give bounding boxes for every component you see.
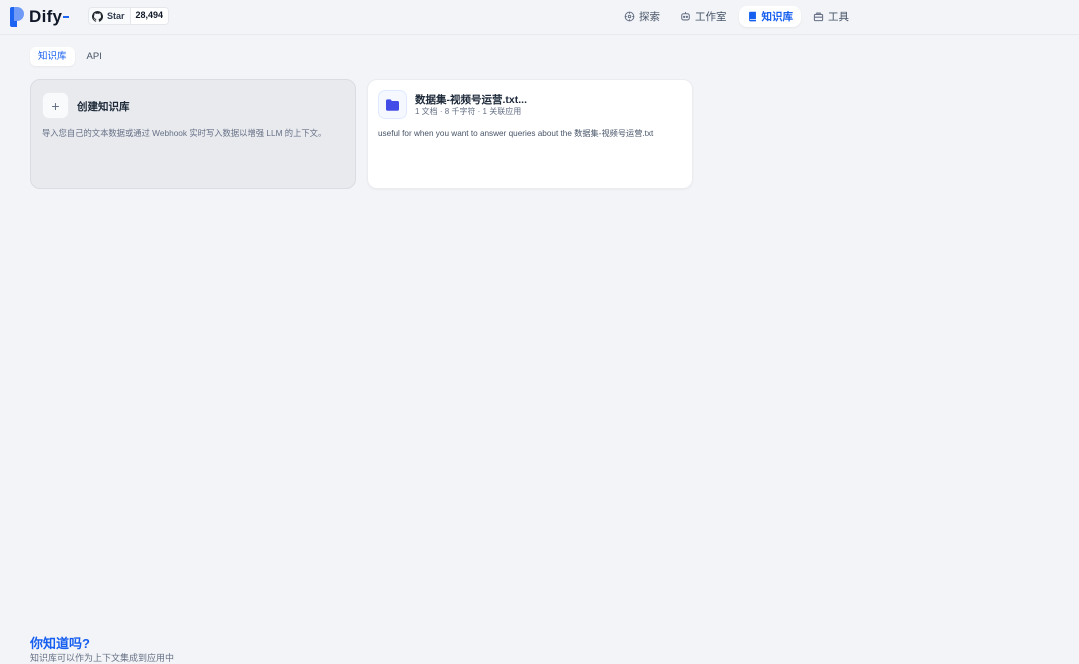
create-knowledge-title: 创建知识库	[77, 101, 130, 113]
dataset-description: useful for when you want to answer queri…	[378, 129, 654, 138]
nav-tools[interactable]: 工具	[805, 6, 857, 27]
knowledge-tabs: 知识库 API	[30, 47, 110, 66]
brand-name: Dify	[29, 7, 63, 26]
dataset-meta: 1 文档 · 8 千字符 · 1 关联应用	[415, 107, 522, 116]
folder-icon	[378, 90, 407, 119]
create-knowledge-card[interactable]: + 创建知识库 导入您自己的文本数据或通过 Webhook 实时写入数据以增强 …	[30, 79, 356, 189]
nav-studio[interactable]: 工作室	[672, 6, 735, 27]
github-star-label: Star	[107, 11, 125, 21]
tab-knowledge[interactable]: 知识库	[30, 47, 75, 66]
nav-studio-label: 工作室	[695, 11, 727, 23]
plus-icon: +	[42, 92, 69, 119]
nav-knowledge-label: 知识库	[761, 11, 794, 23]
create-knowledge-description: 导入您自己的文本数据或通过 Webhook 实时写入数据以增强 LLM 的上下文…	[42, 128, 327, 138]
dify-logo[interactable]: Dify	[10, 7, 70, 27]
github-star-count: 28,494	[129, 8, 169, 24]
did-you-know-subtitle: 知识库可以作为上下文集成到应用中	[30, 653, 175, 663]
github-icon	[92, 10, 103, 22]
toolbox-icon	[813, 12, 824, 22]
main-nav: 探索 工作室 知识库 工具	[616, 6, 857, 27]
robot-icon	[681, 12, 690, 21]
nav-knowledge[interactable]: 知识库	[738, 6, 801, 27]
book-icon	[748, 11, 756, 22]
dataset-card[interactable]: 数据集-视频号运营.txt... 1 文档 · 8 千字符 · 1 关联应用 u…	[367, 79, 693, 189]
dify-logo-mark	[10, 7, 26, 27]
nav-explore-label: 探索	[639, 11, 660, 23]
top-navigation-bar: Dify Star 28,494 探索 工作室 知识库 工具	[0, 0, 1079, 35]
dataset-title: 数据集-视频号运营.txt...	[415, 94, 527, 106]
compass-icon	[624, 11, 635, 22]
did-you-know-title: 你知道吗?	[30, 636, 90, 651]
tab-api[interactable]: API	[79, 47, 110, 66]
nav-tools-label: 工具	[828, 11, 849, 23]
github-star-button[interactable]: Star 28,494	[88, 7, 170, 25]
nav-explore[interactable]: 探索	[616, 6, 668, 27]
logo-underscore	[63, 16, 70, 18]
